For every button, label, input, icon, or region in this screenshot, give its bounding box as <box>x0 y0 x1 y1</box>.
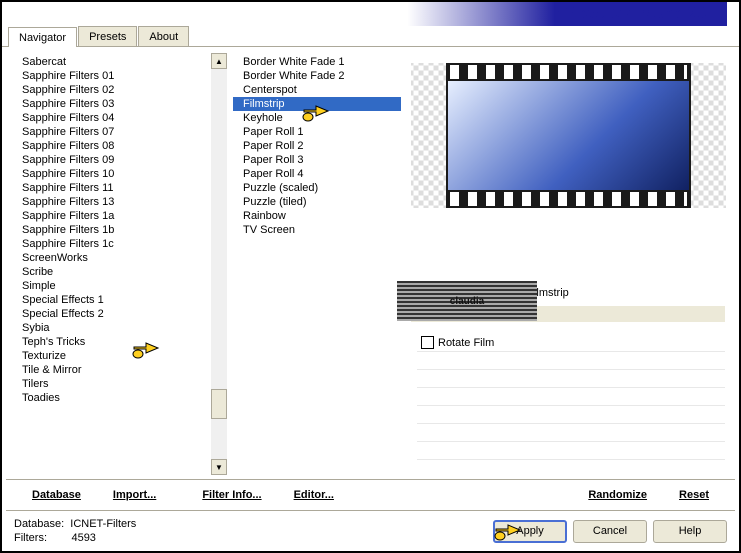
category-list[interactable]: SabercatSapphire Filters 01Sapphire Filt… <box>12 53 211 475</box>
toolbar: Database Import... Filter Info... Editor… <box>6 479 735 511</box>
category-item[interactable]: Special Effects 2 <box>12 307 211 321</box>
scroll-track[interactable] <box>211 69 227 459</box>
category-item[interactable]: Sapphire Filters 1b <box>12 223 211 237</box>
category-item[interactable]: Sapphire Filters 11 <box>12 181 211 195</box>
category-item[interactable]: Teph's Tricks <box>12 335 211 349</box>
status-info: Database: ICNET-Filters Filters: 4593 <box>14 517 136 545</box>
watermark-logo: claudia <box>397 281 537 321</box>
category-item[interactable]: Sapphire Filters 13 <box>12 195 211 209</box>
pointer-annotation-icon <box>132 337 160 359</box>
action-buttons: Apply Cancel Help <box>493 520 727 543</box>
help-button[interactable]: Help <box>653 520 727 543</box>
category-item[interactable]: Special Effects 1 <box>12 293 211 307</box>
preview-area <box>411 57 725 247</box>
rotate-film-checkbox[interactable] <box>421 336 434 349</box>
filter-item[interactable]: Paper Roll 2 <box>233 139 401 153</box>
scroll-thumb[interactable] <box>211 389 227 419</box>
filter-item[interactable]: Puzzle (scaled) <box>233 181 401 195</box>
tab-strip: Navigator Presets About <box>2 26 739 47</box>
cancel-button[interactable]: Cancel <box>573 520 647 543</box>
database-value: ICNET-Filters <box>70 518 136 530</box>
category-item[interactable]: Tile & Mirror <box>12 363 211 377</box>
randomize-button[interactable]: Randomize <box>572 486 663 504</box>
main-content: SabercatSapphire Filters 01Sapphire Filt… <box>2 47 739 479</box>
category-item[interactable]: Sybia <box>12 321 211 335</box>
title-bar: Filters Unlimited 2.0 <box>2 2 739 26</box>
filter-item[interactable]: Paper Roll 1 <box>233 125 401 139</box>
filter-item[interactable]: Border White Fade 1 <box>233 55 401 69</box>
filter-item[interactable]: TV Screen <box>233 223 401 237</box>
rotate-film-label: Rotate Film <box>438 337 494 349</box>
filter-item[interactable]: Puzzle (tiled) <box>233 195 401 209</box>
category-item[interactable]: Sapphire Filters 09 <box>12 153 211 167</box>
category-item[interactable]: Sapphire Filters 07 <box>12 125 211 139</box>
filters-count-label: Filters: <box>14 532 47 544</box>
filter-item[interactable]: Paper Roll 4 <box>233 167 401 181</box>
category-item[interactable]: Sapphire Filters 03 <box>12 97 211 111</box>
preview-panel: claudia Filmstrip Rotate Film <box>407 53 729 475</box>
category-panel: SabercatSapphire Filters 01Sapphire Filt… <box>12 53 227 475</box>
status-bar: Database: ICNET-Filters Filters: 4593 Ap… <box>2 511 739 551</box>
category-item[interactable]: Sapphire Filters 1a <box>12 209 211 223</box>
tab-about[interactable]: About <box>138 26 189 46</box>
transparency-checker <box>411 63 446 208</box>
category-item[interactable]: ScreenWorks <box>12 251 211 265</box>
tab-presets[interactable]: Presets <box>78 26 137 46</box>
filters-count-value: 4593 <box>71 532 95 544</box>
category-item[interactable]: Texturize <box>12 349 211 363</box>
filter-properties: Rotate Film <box>411 334 725 477</box>
category-scrollbar[interactable]: ▲ ▼ <box>211 53 227 475</box>
pointer-annotation-icon <box>494 519 522 541</box>
category-item[interactable]: Simple <box>12 279 211 293</box>
filter-item[interactable]: Border White Fade 2 <box>233 69 401 83</box>
filmstrip-preview-image <box>446 63 691 208</box>
category-item[interactable]: Sapphire Filters 1c <box>12 237 211 251</box>
database-button[interactable]: Database <box>16 486 97 504</box>
database-label: Database: <box>14 518 64 530</box>
filter-item[interactable]: Centerspot <box>233 83 401 97</box>
category-item[interactable]: Scribe <box>12 265 211 279</box>
filter-item[interactable]: Paper Roll 3 <box>233 153 401 167</box>
scroll-down-icon[interactable]: ▼ <box>211 459 227 475</box>
editor-button[interactable]: Editor... <box>278 486 350 504</box>
reset-button[interactable]: Reset <box>663 486 725 504</box>
tab-navigator[interactable]: Navigator <box>8 27 77 47</box>
category-item[interactable]: Sapphire Filters 04 <box>12 111 211 125</box>
category-item[interactable]: Sapphire Filters 10 <box>12 167 211 181</box>
import-button[interactable]: Import... <box>97 486 172 504</box>
pointer-annotation-icon <box>302 100 330 122</box>
category-item[interactable]: Sabercat <box>12 55 211 69</box>
scroll-up-icon[interactable]: ▲ <box>211 53 227 69</box>
app-title: Filters Unlimited 2.0 <box>557 5 709 23</box>
transparency-checker <box>691 63 726 208</box>
rotate-film-row[interactable]: Rotate Film <box>417 334 725 351</box>
filter-info-button[interactable]: Filter Info... <box>186 486 277 504</box>
category-item[interactable]: Tilers <box>12 377 211 391</box>
category-item[interactable]: Toadies <box>12 391 211 405</box>
category-item[interactable]: Sapphire Filters 01 <box>12 69 211 83</box>
category-item[interactable]: Sapphire Filters 02 <box>12 83 211 97</box>
filter-item[interactable]: Rainbow <box>233 209 401 223</box>
category-item[interactable]: Sapphire Filters 08 <box>12 139 211 153</box>
